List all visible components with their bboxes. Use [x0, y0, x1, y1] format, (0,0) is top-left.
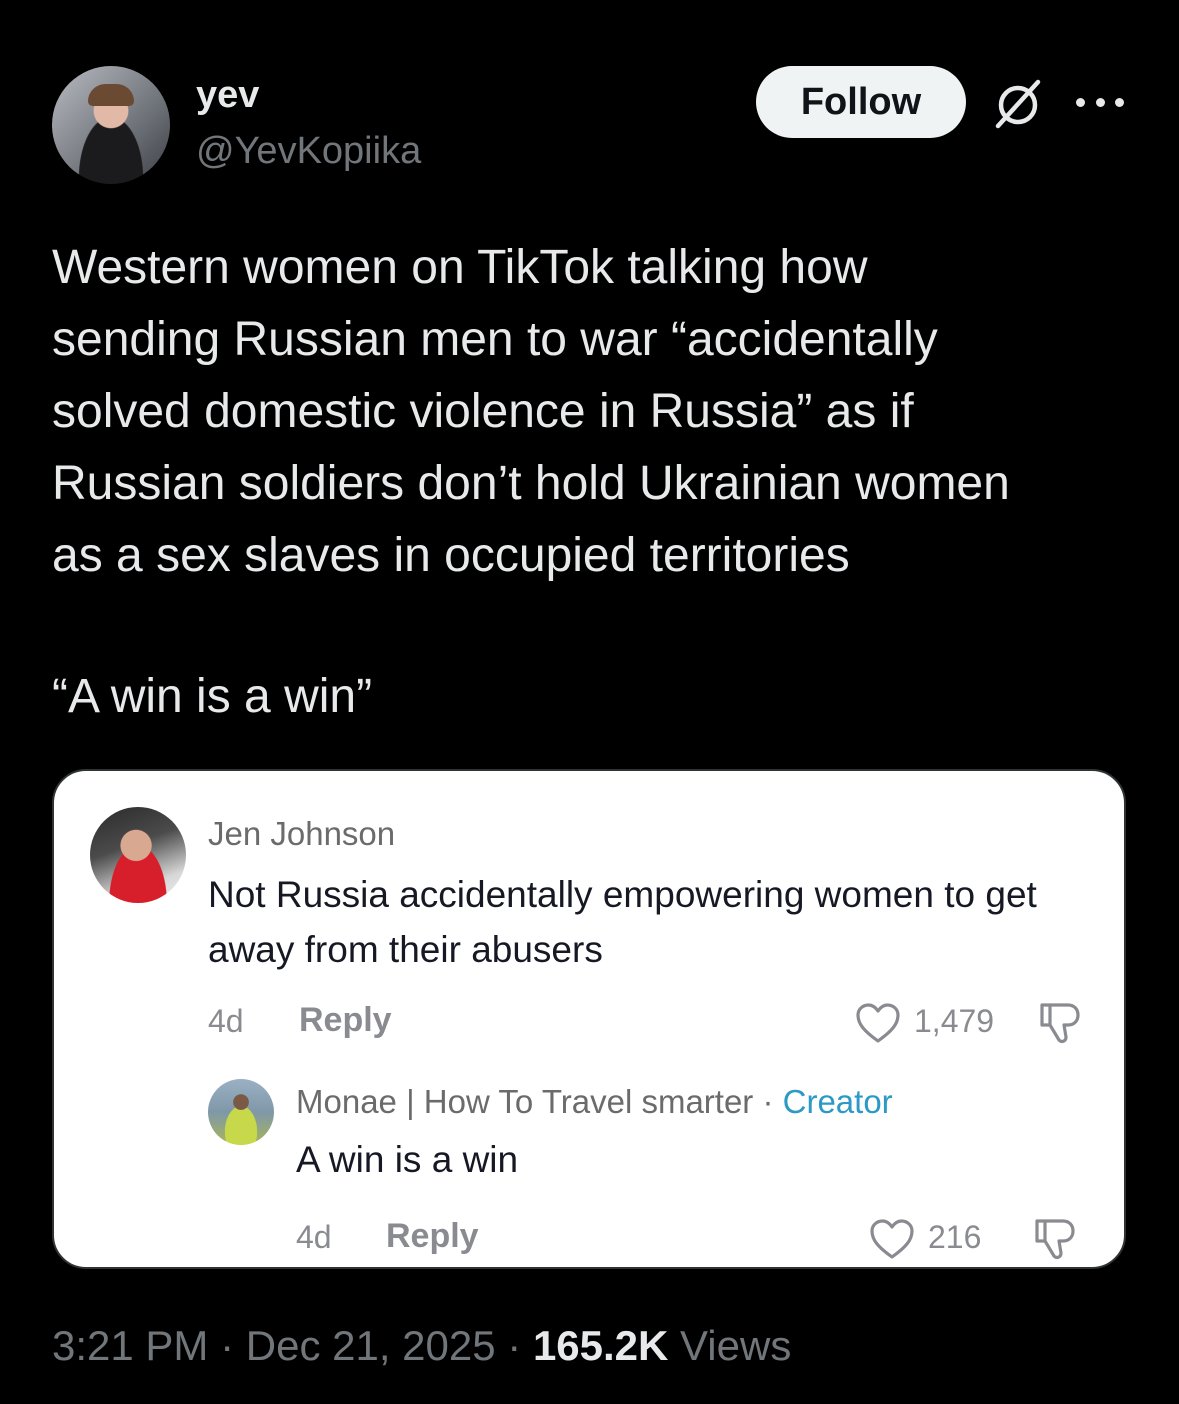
author-avatar[interactable]: [52, 66, 170, 184]
dislike-icon: [1035, 1219, 1075, 1260]
comment-author: Jen Johnson: [208, 815, 396, 852]
author-display-name[interactable]: yev: [196, 74, 259, 117]
reply-separator: ·: [753, 1083, 783, 1120]
reply-text: A win is a win: [296, 1139, 519, 1180]
avatar-hair: [88, 84, 134, 106]
dislike-icon: [1040, 1003, 1080, 1044]
reply-like-count: 216: [928, 1219, 982, 1255]
tweet-date[interactable]: Dec 21, 2025: [246, 1322, 496, 1369]
heart-icon: [870, 1219, 914, 1259]
reply-age: 4d: [296, 1219, 332, 1255]
reply-reply-button: Reply: [386, 1217, 479, 1255]
embedded-screenshot[interactable]: Jen Johnson Not Russia accidentally empo…: [52, 769, 1126, 1269]
comment-reply-button: Reply: [299, 1001, 392, 1039]
views-label: Views: [668, 1322, 792, 1369]
comment-avatar: [90, 807, 186, 903]
tweet-meta: 3:21 PM · Dec 21, 2025 · 165.2K Views: [52, 1322, 791, 1370]
author-handle[interactable]: @YevKopiika: [196, 130, 421, 173]
views-count: 165.2K: [532, 1322, 669, 1369]
tweet-time[interactable]: 3:21 PM: [52, 1322, 208, 1369]
grok-icon[interactable]: [990, 76, 1046, 132]
tweet-text: Western women on TikTok talking how send…: [52, 241, 1010, 582]
comment-like-count: 1,479: [914, 1003, 995, 1039]
comment-text: Not Russia accidentally empowering women…: [208, 874, 1037, 970]
meta-separator: ·: [208, 1322, 246, 1369]
comment-age: 4d: [208, 1003, 244, 1039]
more-icon[interactable]: [1076, 94, 1124, 110]
meta-separator: ·: [495, 1322, 533, 1369]
follow-button[interactable]: Follow: [756, 66, 966, 138]
tweet-quote-text: “A win is a win”: [52, 670, 373, 723]
reply-avatar: [208, 1079, 274, 1145]
creator-badge: Creator: [782, 1083, 893, 1120]
reply-author-line: Monae | How To Travel smarter · Creator: [296, 1083, 893, 1121]
reply-author: Monae | How To Travel smarter: [296, 1083, 754, 1120]
heart-icon: [856, 1003, 900, 1043]
